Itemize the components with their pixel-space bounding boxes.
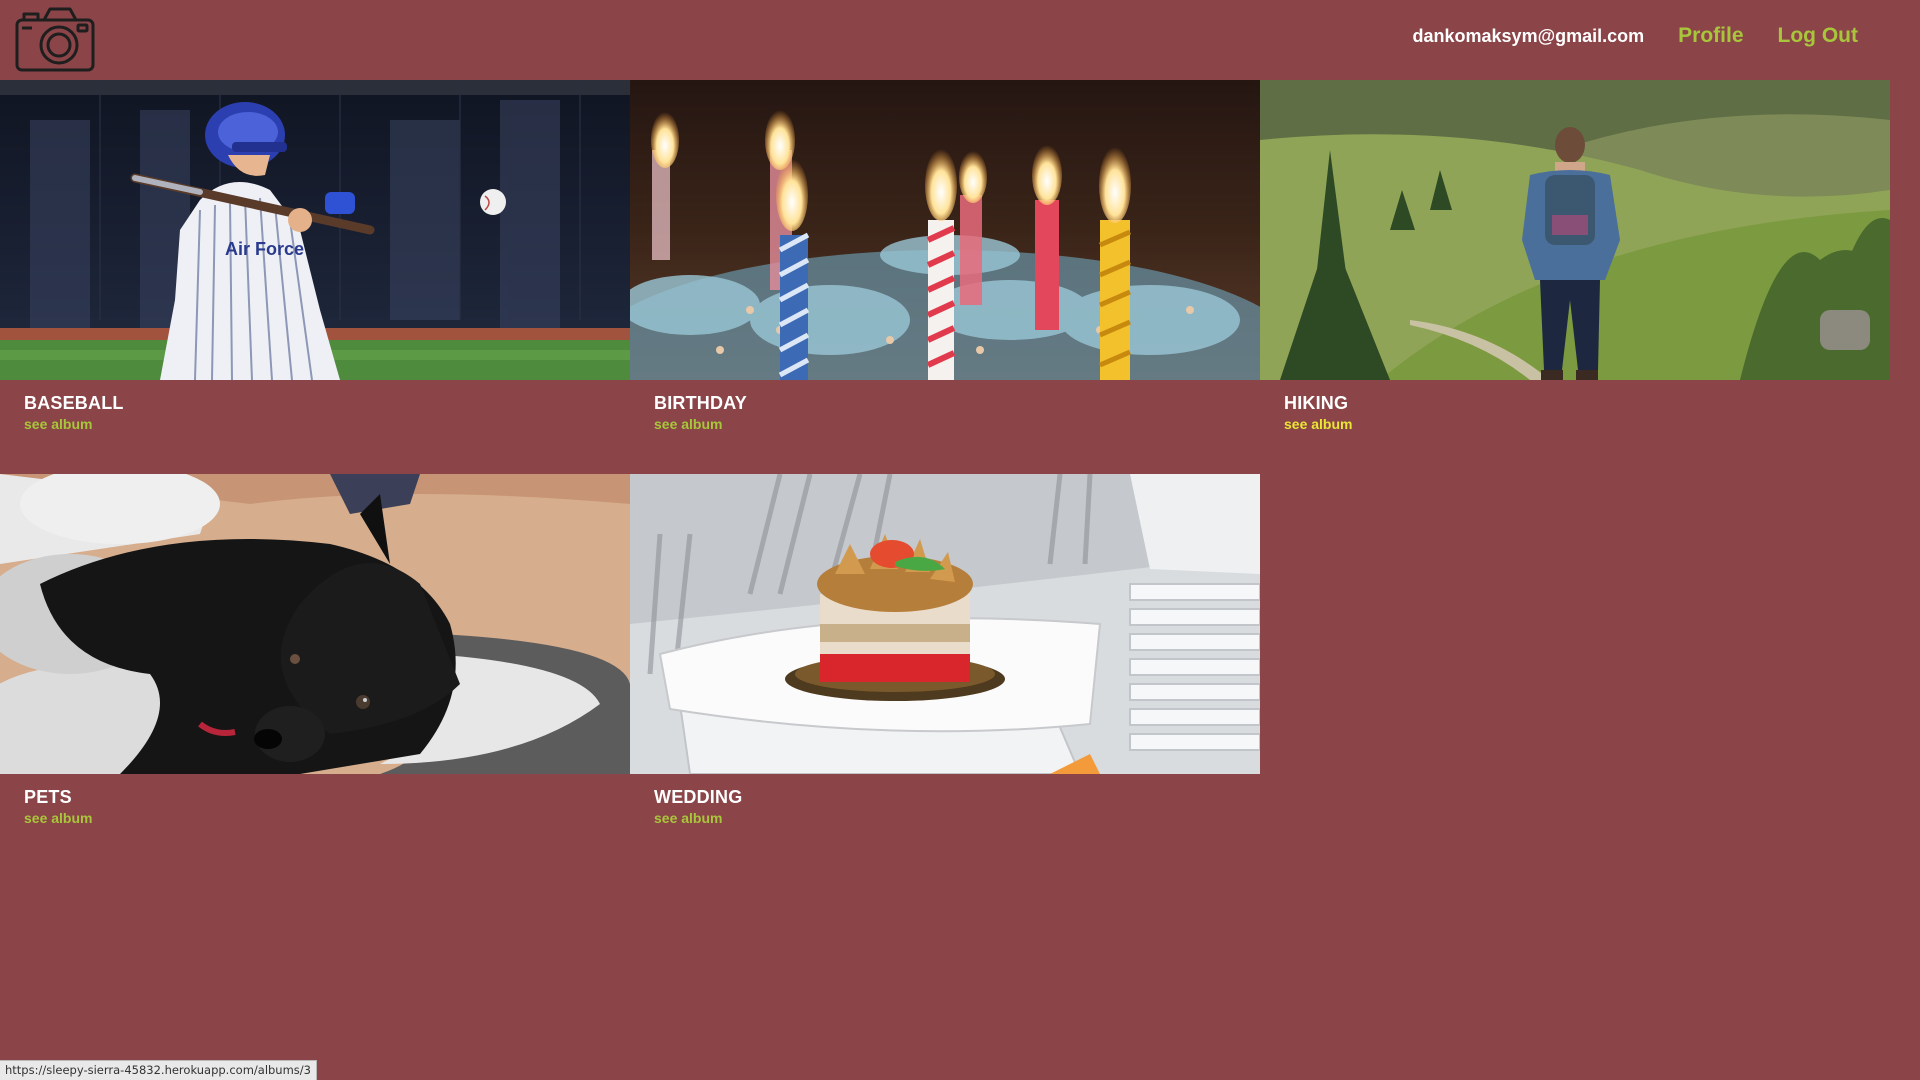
album-title: BASEBALL bbox=[24, 393, 124, 413]
profile-link[interactable]: Profile bbox=[1678, 24, 1743, 48]
album-title: PETS bbox=[24, 787, 72, 807]
album-grid: Air Force BASEBALL see album BIRTHDAY se… bbox=[0, 80, 1890, 868]
baseball-player-photo[interactable]: Air Force bbox=[0, 80, 630, 380]
album-title: WEDDING bbox=[654, 787, 743, 807]
logout-link[interactable]: Log Out bbox=[1778, 24, 1858, 48]
see-album-link[interactable]: see album bbox=[24, 810, 92, 826]
user-email: dankomaksym@gmail.com bbox=[1412, 25, 1645, 46]
svg-text:Air Force: Air Force bbox=[225, 239, 304, 259]
black-puppy-photo[interactable] bbox=[0, 474, 630, 774]
see-album-link[interactable]: see album bbox=[1284, 416, 1352, 432]
album-card-hiking: HIKING see album bbox=[1260, 80, 1890, 474]
see-album-link[interactable]: see album bbox=[654, 810, 722, 826]
see-album-link[interactable]: see album bbox=[24, 416, 92, 432]
album-card-wedding: WEDDING see album bbox=[630, 474, 1260, 868]
album-title: HIKING bbox=[1284, 393, 1349, 413]
site-header: dankomaksym@gmail.com Profile Log Out bbox=[0, 0, 1920, 80]
album-card-pets: PETS see album bbox=[0, 474, 630, 868]
birthday-candles-photo[interactable] bbox=[630, 80, 1260, 380]
camera-icon[interactable] bbox=[14, 6, 96, 74]
album-title: BIRTHDAY bbox=[654, 393, 747, 413]
see-album-link[interactable]: see album bbox=[654, 416, 722, 432]
top-nav: dankomaksym@gmail.com Profile Log Out bbox=[1413, 0, 1858, 72]
wedding-cake-photo[interactable] bbox=[630, 474, 1260, 774]
hiker-mountain-photo[interactable] bbox=[1260, 80, 1890, 380]
status-bar-url: https://sleepy-sierra-45832.herokuapp.co… bbox=[0, 1060, 317, 1080]
album-card-baseball: Air Force BASEBALL see album bbox=[0, 80, 630, 474]
album-card-birthday: BIRTHDAY see album bbox=[630, 80, 1260, 474]
